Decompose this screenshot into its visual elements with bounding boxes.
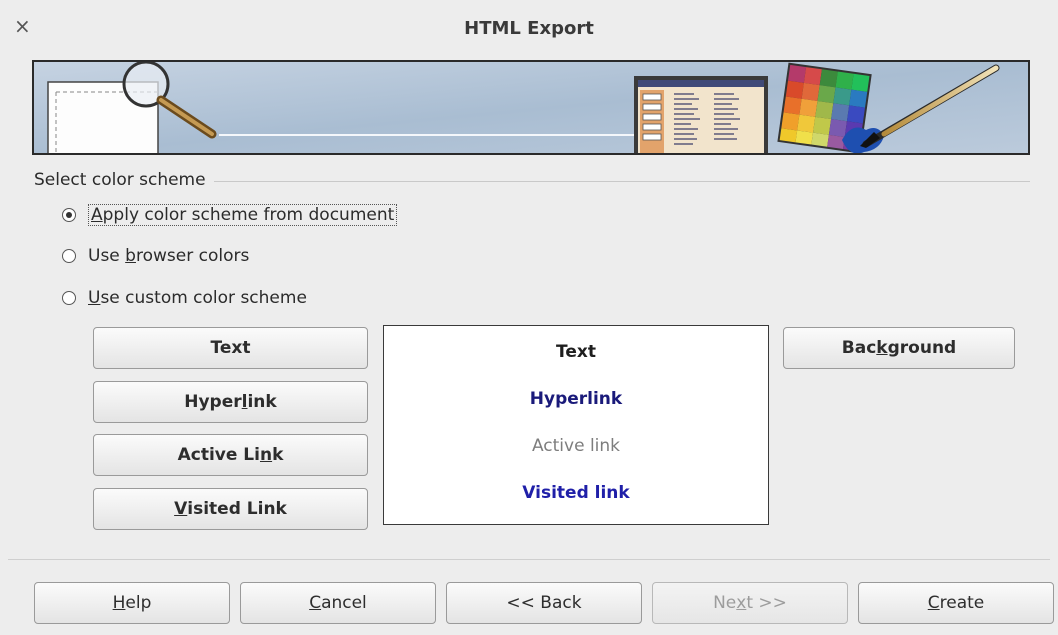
radio-label: Apply color scheme from document <box>88 204 398 226</box>
preview-visited-link: Visited link <box>522 483 630 503</box>
cancel-button[interactable]: Cancel <box>240 582 436 624</box>
window-title: HTML Export <box>464 18 594 39</box>
section-heading: Select color scheme <box>34 170 214 190</box>
background-color-button[interactable]: Bac k ground <box>783 327 1015 369</box>
radio-use-custom-scheme[interactable]: Use custom color scheme <box>62 288 307 308</box>
banner-illustration <box>34 62 1028 153</box>
radio-button-checked[interactable] <box>62 208 76 222</box>
radio-use-browser-colors[interactable]: Use browser colors <box>62 246 249 266</box>
title-bar: × HTML Export <box>0 0 1058 56</box>
radio-label: Use browser colors <box>88 246 250 266</box>
color-preview-box: Text Hyperlink Active link Visited link <box>383 325 769 525</box>
footer-separator <box>8 559 1050 560</box>
header-banner-image <box>32 60 1030 155</box>
text-color-button[interactable]: Text <box>93 327 368 369</box>
preview-hyperlink: Hyperlink <box>529 389 623 409</box>
radio-button[interactable] <box>62 249 76 263</box>
back-button[interactable]: << Back <box>446 582 642 624</box>
radio-button[interactable] <box>62 291 76 305</box>
radio-apply-document-scheme[interactable]: Apply color scheme from document <box>62 204 398 226</box>
hyperlink-color-button[interactable]: Hyper l ink <box>93 381 368 423</box>
create-button[interactable]: Create <box>858 582 1054 624</box>
visited-link-color-button[interactable]: Visited Link <box>93 488 368 530</box>
next-button[interactable]: Ne x t >> <box>652 582 848 624</box>
preview-active-link: Active link <box>531 436 621 456</box>
browser-window-icon <box>634 76 768 153</box>
preview-text: Text <box>556 342 596 362</box>
help-button[interactable]: Help <box>34 582 230 624</box>
active-link-color-button[interactable]: Active Li n k <box>93 434 368 476</box>
radio-label: Use custom color scheme <box>88 288 307 308</box>
